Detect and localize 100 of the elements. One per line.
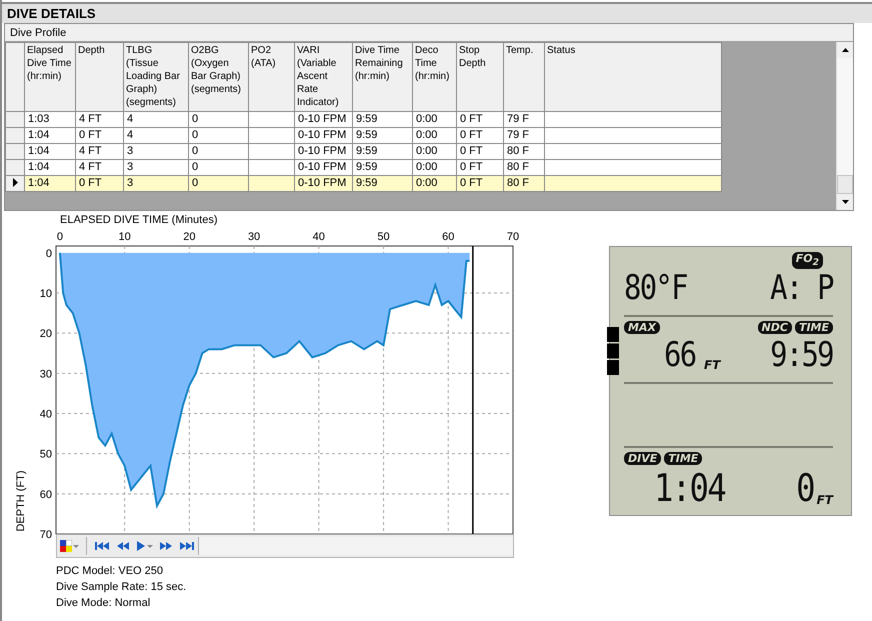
ndc-time-reading: 9:59 [770,338,833,372]
table-cell: 0 [188,176,248,192]
time-badge: TIME [664,452,702,466]
y-tick-label: 30 [40,368,52,380]
down-arrow-icon [842,200,848,204]
table-cell: 80 F [504,160,544,176]
table-cell: 0 [188,160,248,176]
rewind-icon [116,540,130,552]
table-cell [248,176,294,192]
table-cell: 0:00 [412,160,456,176]
column-header[interactable]: Elapsed Dive Time (hr:min) [24,42,76,112]
x-tick-label: 10 [118,231,131,243]
table-cell: 0 FT [456,112,504,128]
table-cell: 79 F [504,112,544,128]
max-badge: MAX [624,321,660,334]
skip-back-icon [94,540,110,552]
table-cell: 0 [188,112,248,128]
x-tick-label: 0 [56,231,63,243]
table-cell: 0 FT [456,128,504,144]
row-header[interactable] [6,176,24,192]
color-squares-icon [60,540,72,552]
column-header[interactable]: Stop Depth [456,42,504,112]
bar-graph-icon [607,327,619,375]
y-tick-label: 60 [40,488,52,501]
table-cell: 80 F [504,176,544,192]
table-cell: 80 F [504,144,544,160]
x-tick-label: 20 [183,231,196,243]
fast-forward-icon [159,540,173,552]
column-header[interactable]: Status [544,42,722,112]
table-cell: 0:00 [412,128,456,144]
table-cell: 1:04 [24,144,76,160]
table-cell: 4 [124,128,188,144]
unit-label: FT [704,358,720,372]
depth-reading: 0 [796,469,814,508]
table-cell: 0:00 [412,144,456,160]
table-cell: 9:59 [352,144,412,160]
x-tick-label: 60 [442,231,454,243]
table-cell: 0 FT [76,176,124,192]
table-cell: 0 FT [456,176,504,192]
y-tick-label: 40 [40,408,52,420]
table-cell: 0-10 FPM [294,144,352,160]
table-cell [248,112,294,128]
table-cell: 3 [124,160,188,176]
y-tick-label: 70 [40,529,52,541]
table-cell: 0-10 FPM [294,160,352,176]
y-tick-label: 0 [46,248,52,260]
table-cell: 0-10 FPM [294,176,352,192]
x-tick-label: 30 [248,231,260,243]
vertical-scrollbar[interactable] [836,42,853,210]
table-cell: 0 FT [76,128,124,144]
x-tick-label: 40 [312,231,325,243]
max-depth-reading: 66 [664,338,696,372]
up-arrow-icon [842,48,848,52]
table-cell: 4 FT [76,112,124,128]
table-cell: 9:59 [352,160,412,176]
dive-badge: DIVE [624,452,662,466]
skip-forward-icon [179,540,195,552]
table-cell: 1:04 [24,160,76,176]
y-tick-label: 10 [40,288,52,300]
table-cell: 1:04 [24,176,76,192]
table-cell: 1:03 [24,112,76,128]
table-cell: 3 [124,176,188,192]
table-cell: 0 FT [456,144,504,160]
table-cell: 9:59 [352,176,412,192]
table-cell: 9:59 [352,112,412,128]
table-cell: 79 F [504,128,544,144]
column-header[interactable]: O2BG (Oxygen Bar Graph) (segments) [188,42,248,112]
table-cell: 0:00 [412,176,456,192]
table-cell: 0 FT [456,160,504,176]
fo2-badge: FO$_{2}$ [792,252,823,270]
table-cell: 0 [188,144,248,160]
y-axis-title: DEPTH (FT) [15,470,27,532]
table-cell [248,160,294,176]
table-cell: 3 [124,144,188,160]
unit-label: FT [816,493,833,508]
scroll-thumb[interactable] [837,175,853,194]
column-header[interactable]: PO2 (ATA) [248,42,294,112]
table-cell: 4 FT [76,160,124,176]
x-axis-title: ELAPSED DIVE TIME (Minutes) [60,214,218,226]
column-header[interactable]: VARI (Variable Ascent Rate Indicator) [294,42,352,112]
table-cell [248,144,294,160]
section-title: DIVE DETAILS [2,2,872,23]
info-text: Dive Sample Rate: 15 sec. [56,581,188,594]
table-cell: 0-10 FPM [294,112,352,128]
info-text: PDC Model: VEO 250 [56,565,164,578]
column-header[interactable]: Depth [76,42,124,112]
table-cell: 0 [188,128,248,144]
ndc-badge: NDC [758,321,792,334]
y-tick-label: 50 [40,448,52,461]
column-header[interactable]: Temp. [504,42,544,112]
column-header[interactable]: TLBG (Tissue Loading Bar Graph) (segments) [124,42,188,112]
table-cell: 4 FT [76,144,124,160]
dive-time-reading: 1:04 [654,469,725,508]
table-cell: 1:04 [24,128,76,144]
table-cell: 4 [124,112,188,128]
x-tick-label: 70 [506,231,520,243]
temperature-reading: 80°F [624,271,687,306]
column-header[interactable]: Deco Time (hr:min) [412,42,456,112]
table-cell: 9:59 [352,128,412,144]
column-header[interactable]: Dive Time Remaining (hr:min) [352,42,412,112]
